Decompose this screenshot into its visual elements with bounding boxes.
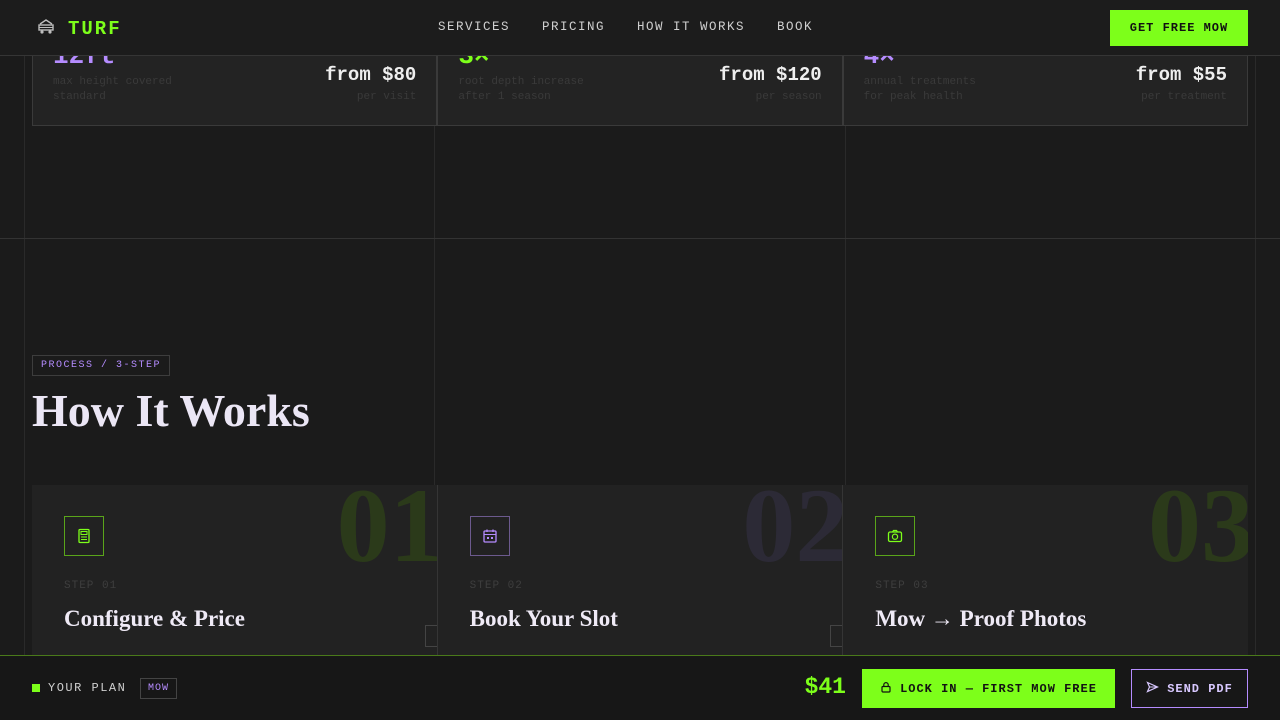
brand-logo[interactable]: TURF xyxy=(36,16,122,41)
step-number: 02 xyxy=(742,485,844,584)
grid-line xyxy=(24,0,25,720)
card-description: annual treatments for peak health xyxy=(864,75,1034,105)
card-price: from $80 xyxy=(325,64,417,86)
card-desc-line: for peak health xyxy=(863,91,963,103)
step-label: STEP 01 xyxy=(64,580,118,592)
card-price-unit: per season xyxy=(755,91,822,103)
calendar-icon xyxy=(469,516,510,556)
card-desc-line: standard xyxy=(53,91,106,103)
step-label: STEP 02 xyxy=(469,580,523,592)
top-nav: TURF SERVICES PRICING HOW IT WORKS BOOK … xyxy=(0,0,1280,56)
nav-link-book[interactable]: BOOK xyxy=(777,20,813,34)
step-title: Configure & Price xyxy=(64,606,245,631)
grid-line xyxy=(1255,0,1256,720)
mower-icon xyxy=(36,16,56,41)
lock-in-button[interactable]: LOCK IN — FIRST MOW FREE xyxy=(862,669,1115,708)
get-free-mow-button[interactable]: GET FREE MOW xyxy=(1110,10,1248,46)
send-pdf-button[interactable]: SEND PDF xyxy=(1131,669,1248,708)
card-desc-line: root depth increase xyxy=(458,76,584,88)
card-price: from $120 xyxy=(719,64,822,86)
card-desc-line: annual treatments xyxy=(863,76,976,88)
card-price: from $55 xyxy=(1135,64,1227,86)
step-title: Book Your Slot xyxy=(469,606,618,631)
step-label: STEP 03 xyxy=(875,580,929,592)
step-number: 01 xyxy=(336,485,438,584)
step-connector xyxy=(830,625,843,647)
plan-label: YOUR PLAN xyxy=(48,681,127,695)
plan-bar: YOUR PLAN MOW $41 LOCK IN — FIRST MOW FR… xyxy=(0,655,1280,720)
plan-service-chip[interactable]: MOW xyxy=(140,678,178,699)
step-title: Mow → Proof Photos xyxy=(875,606,1087,631)
card-description: max height covered standard xyxy=(53,75,223,105)
section-tag: PROCESS / 3-STEP xyxy=(32,355,171,376)
card-desc-line: after 1 season xyxy=(458,91,551,103)
lock-icon xyxy=(880,681,892,697)
brand-name: TURF xyxy=(68,17,122,40)
camera-icon xyxy=(875,516,916,556)
send-icon xyxy=(1146,680,1160,697)
step-connector xyxy=(424,625,437,647)
step-number: 03 xyxy=(1148,485,1249,584)
status-dot xyxy=(32,684,40,692)
card-description: root depth increase after 1 season xyxy=(458,75,628,105)
grid-line xyxy=(0,238,1280,239)
card-desc-line: max height covered xyxy=(53,76,172,88)
card-price-unit: per treatment xyxy=(1141,91,1227,103)
plan-price: $41 xyxy=(804,674,846,700)
nav-link-services[interactable]: SERVICES xyxy=(438,20,510,34)
lock-in-label: LOCK IN — FIRST MOW FREE xyxy=(900,681,1097,696)
card-price-unit: per visit xyxy=(356,91,417,103)
nav-link-how-it-works[interactable]: HOW IT WORKS xyxy=(637,20,745,34)
send-pdf-label: SEND PDF xyxy=(1167,681,1233,696)
nav-link-pricing[interactable]: PRICING xyxy=(542,20,605,34)
section-title: How It Works xyxy=(32,385,310,436)
calculator-icon xyxy=(64,516,104,556)
nav-links: SERVICES PRICING HOW IT WORKS BOOK xyxy=(438,20,813,34)
